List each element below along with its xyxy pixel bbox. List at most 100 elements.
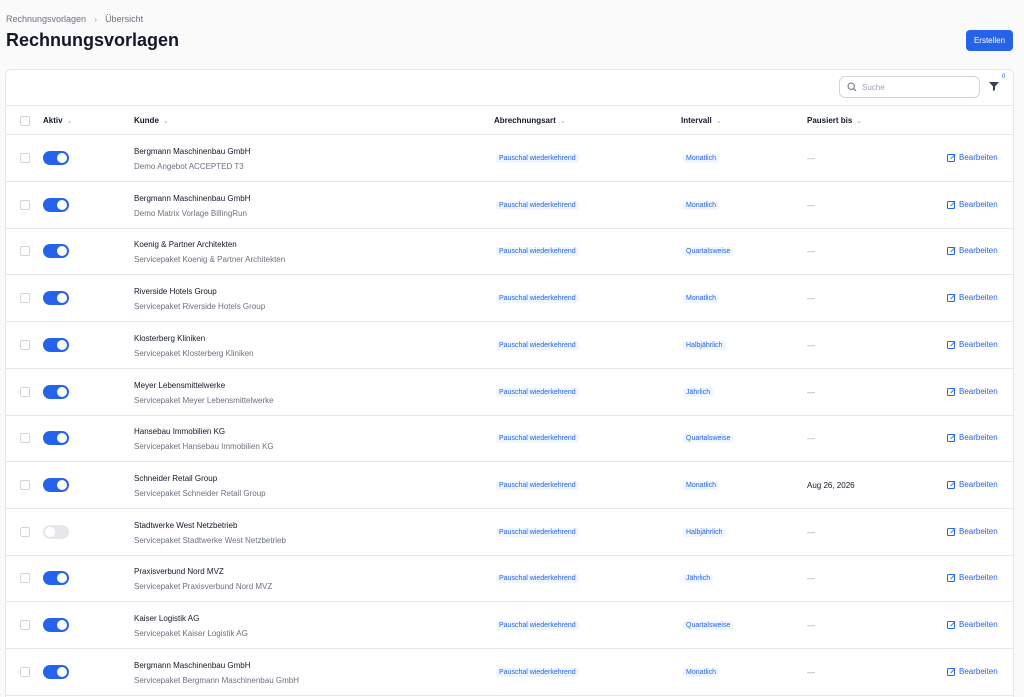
active-toggle[interactable] [43,244,69,259]
edit-label: Bearbeiten [959,153,998,162]
table-row[interactable]: Riverside Hotels Group Servicepaket River… [6,275,1013,323]
row-checkbox[interactable] [20,526,30,537]
column-header-billing-type[interactable]: Abrechnungsart ⌄ [494,116,566,125]
filter-icon[interactable] [988,80,1000,92]
billing-type-badge: Pauschal wiederkehrend [496,434,579,444]
edit-label: Bearbeiten [959,386,998,396]
column-header-customer[interactable]: Kunde ⌄ [134,116,169,125]
active-toggle[interactable] [43,151,69,165]
paused-until-value: — [807,527,815,537]
customer-name: Bergmann Maschinenbau GmbH [134,147,251,156]
customer-name: Stadtwerke West Netzbetrieb [134,520,238,530]
row-checkbox[interactable] [20,386,30,397]
table-row[interactable]: Klosterberg Kliniken Servicepaket Kloster… [6,322,1013,369]
toggle-knob [57,573,67,584]
edit-button[interactable]: Bearbeiten [947,153,998,162]
edit-icon [947,294,956,303]
edit-label: Bearbeiten [959,339,998,349]
row-checkbox[interactable] [20,199,30,210]
table-row[interactable]: Stadtwerke West Netzbetrieb Servicepaket … [6,509,1013,556]
table-row[interactable]: Hansebau Immobilien KG Servicepaket Hanse… [6,415,1013,463]
template-name: Servicepaket Stadtwerke West Netzbetrieb [134,535,286,545]
edit-label: Bearbeiten [959,526,998,536]
edit-button[interactable]: Bearbeiten [947,200,998,209]
row-checkbox[interactable] [20,339,30,350]
edit-label: Bearbeiten [959,246,998,256]
edit-button[interactable]: Bearbeiten [947,340,998,349]
table-row[interactable]: Kaiser Logistik AG Servicepaket Kaiser Lo… [6,602,1013,649]
table-row[interactable]: Bergmann Maschinenbau GmbH Servicepaket B… [6,649,1013,696]
interval-badge: Monatlich [683,667,719,677]
customer-name: Riverside Hotels Group [134,287,217,297]
select-all-checkbox[interactable] [20,116,30,126]
edit-label: Bearbeiten [959,479,998,489]
edit-icon [947,527,956,536]
edit-button[interactable]: Bearbeiten [947,246,998,256]
customer-name: Hansebau Immobilien KG [134,427,226,437]
edit-label: Bearbeiten [959,573,998,583]
toggle-knob [57,386,67,397]
edit-button[interactable]: Bearbeiten [947,387,998,396]
search-icon [847,82,857,92]
paused-until-value: — [807,340,815,350]
edit-button[interactable]: Bearbeiten [947,527,998,536]
edit-icon [947,387,956,396]
template-name: Servicepaket Meyer Lebensmittelwerke [134,395,274,405]
column-header-label: Intervall [681,116,712,125]
customer-name: Meyer Lebensmittelwerke [134,380,226,390]
edit-icon [947,434,956,443]
template-name: Demo Matrix Vorlage BillingRun [134,208,247,218]
row-checkbox[interactable] [20,293,30,304]
edit-label: Bearbeiten [959,620,998,629]
template-name: Servicepaket Riverside Hotels Group [134,302,266,312]
row-checkbox[interactable] [20,433,30,444]
row-checkbox[interactable] [20,620,30,630]
filter-count-badge: 0 [1002,74,1006,80]
row-checkbox[interactable] [20,573,30,584]
active-toggle[interactable] [43,431,69,446]
customer-name: Koenig & Partner Architekten [134,240,237,250]
template-name: Servicepaket Bergmann Maschinenbau GmbH [134,675,299,685]
table-row[interactable]: Bergmann Maschinenbau GmbH Demo Matrix Vo… [6,182,1013,229]
edit-button[interactable]: Bearbeiten [947,573,998,583]
active-toggle[interactable] [43,337,69,352]
table-row[interactable]: Bergmann Maschinenbau GmbH Demo Angebot A… [6,135,1013,182]
interval-badge: Halbjährlich [683,527,726,537]
edit-button[interactable]: Bearbeiten [947,480,998,489]
column-header-label: Pausiert bis [807,116,853,125]
active-toggle[interactable] [43,197,69,212]
chevron-down-icon: ⌄ [856,117,863,125]
active-toggle[interactable] [43,384,69,399]
active-toggle[interactable] [43,477,69,492]
edit-button[interactable]: Bearbeiten [947,293,998,303]
interval-badge: Monatlich [683,480,719,490]
column-header-active[interactable]: Aktiv ⌄ [43,116,72,125]
breadcrumb-item-templates[interactable]: Rechnungsvorlagen [6,14,86,24]
active-toggle[interactable] [43,571,69,586]
edit-icon [947,667,956,676]
search-input[interactable]: Suche [839,76,980,98]
column-header-paused-until[interactable]: Pausiert bis ⌄ [807,116,862,125]
active-toggle[interactable] [43,524,69,539]
active-toggle[interactable] [43,291,69,306]
table-row[interactable]: Schneider Retail Group Servicepaket Schne… [6,462,1013,509]
paused-until-value: — [807,200,815,210]
column-header-interval[interactable]: Intervall ⌄ [681,116,722,125]
table-row[interactable]: Praxisverbund Nord MVZ Servicepaket Praxi… [6,555,1013,603]
edit-button[interactable]: Bearbeiten [947,667,998,676]
edit-button[interactable]: Bearbeiten [947,620,998,629]
create-button[interactable]: Erstellen [966,30,1013,51]
row-checkbox[interactable] [20,479,30,490]
active-toggle[interactable] [43,618,69,632]
templates-table-card: Suche 0 Aktiv ⌄ Kunde ⌄ Abrechnungsart ⌄ In… [5,69,1014,697]
row-checkbox[interactable] [20,666,30,677]
template-name: Servicepaket Kaiser Logistik AG [134,629,248,638]
edit-icon [947,574,956,583]
customer-name: Praxisverbund Nord MVZ [134,567,224,577]
table-row[interactable]: Koenig & Partner Architekten Servicepaket… [6,228,1013,276]
table-row[interactable]: Meyer Lebensmittelwerke Servicepaket Meye… [6,369,1013,416]
row-checkbox[interactable] [20,153,30,163]
edit-button[interactable]: Bearbeiten [947,433,998,443]
row-checkbox[interactable] [20,246,30,257]
active-toggle[interactable] [43,664,69,679]
